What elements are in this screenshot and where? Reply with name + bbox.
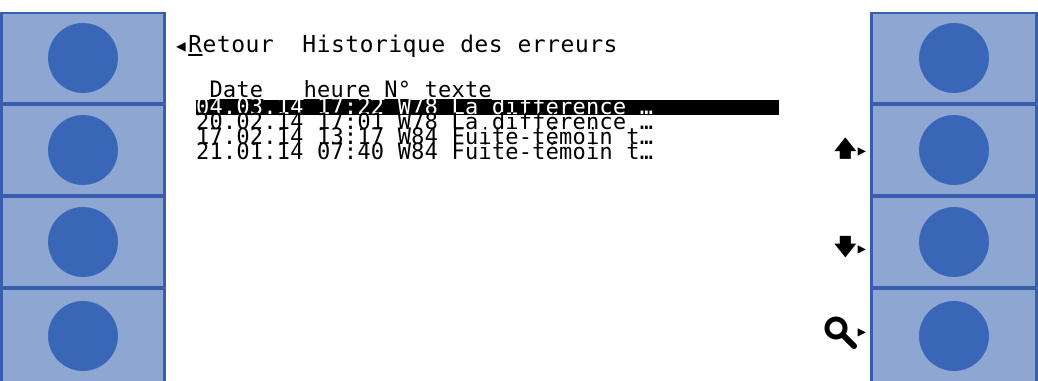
right-softkey-2[interactable] [873, 106, 1035, 194]
right-softkey-3[interactable] [873, 198, 1035, 286]
error-list: 04.03.14 17:22 W78 La différence … 20.02.… [196, 97, 779, 164]
softkey-circle [919, 23, 989, 93]
softkey-circle [48, 23, 118, 93]
row-time: 07:40 [317, 140, 385, 165]
arrow-down-icon: 🡇 [833, 235, 857, 260]
left-softkey-3[interactable] [3, 198, 163, 286]
arrow-up-icon: 🡅 [833, 137, 857, 162]
row-code: W84 [397, 140, 439, 165]
left-softkey-2[interactable] [3, 106, 163, 194]
scroll-down-button[interactable]: 🡇 ▶ [834, 230, 866, 268]
screen-title: Historique des erreurs [302, 32, 618, 58]
left-softkey-4[interactable] [3, 290, 163, 381]
triangle-left-icon: ◀ [176, 35, 187, 55]
left-softkey-1[interactable] [3, 14, 163, 102]
scroll-up-button[interactable]: 🡅 ▶ [834, 132, 866, 170]
search-button[interactable]: ▶ [823, 315, 866, 349]
softkey-circle [48, 300, 118, 371]
softkey-circle [48, 115, 118, 185]
triangle-right-icon: ▶ [857, 241, 866, 257]
softkey-circle [48, 207, 118, 277]
lcd-screen: ◀ Retour Historique des erreurs Date heu… [166, 12, 870, 381]
right-softkey-1[interactable] [873, 14, 1035, 102]
triangle-right-icon: ▶ [857, 143, 866, 159]
triangle-right-icon: ▶ [857, 324, 866, 340]
softkey-circle [919, 207, 989, 277]
softkey-circle [919, 115, 989, 185]
left-softkey-panel [0, 12, 166, 381]
right-softkey-panel [870, 12, 1038, 381]
magnifier-icon [824, 316, 857, 349]
device: ◀ Retour Historique des erreurs Date heu… [0, 0, 1038, 381]
softkey-circle [919, 300, 989, 371]
row-date: 21.01.14 [196, 140, 304, 165]
row-text: Fuite-témoin t… [451, 140, 654, 165]
right-softkey-4[interactable] [873, 290, 1035, 381]
title-row: ◀ Retour Historique des erreurs [176, 32, 618, 58]
table-row[interactable]: 21.01.14 07:40 W84 Fuite-témoin t… [196, 142, 779, 164]
back-button[interactable]: Retour [188, 32, 274, 58]
